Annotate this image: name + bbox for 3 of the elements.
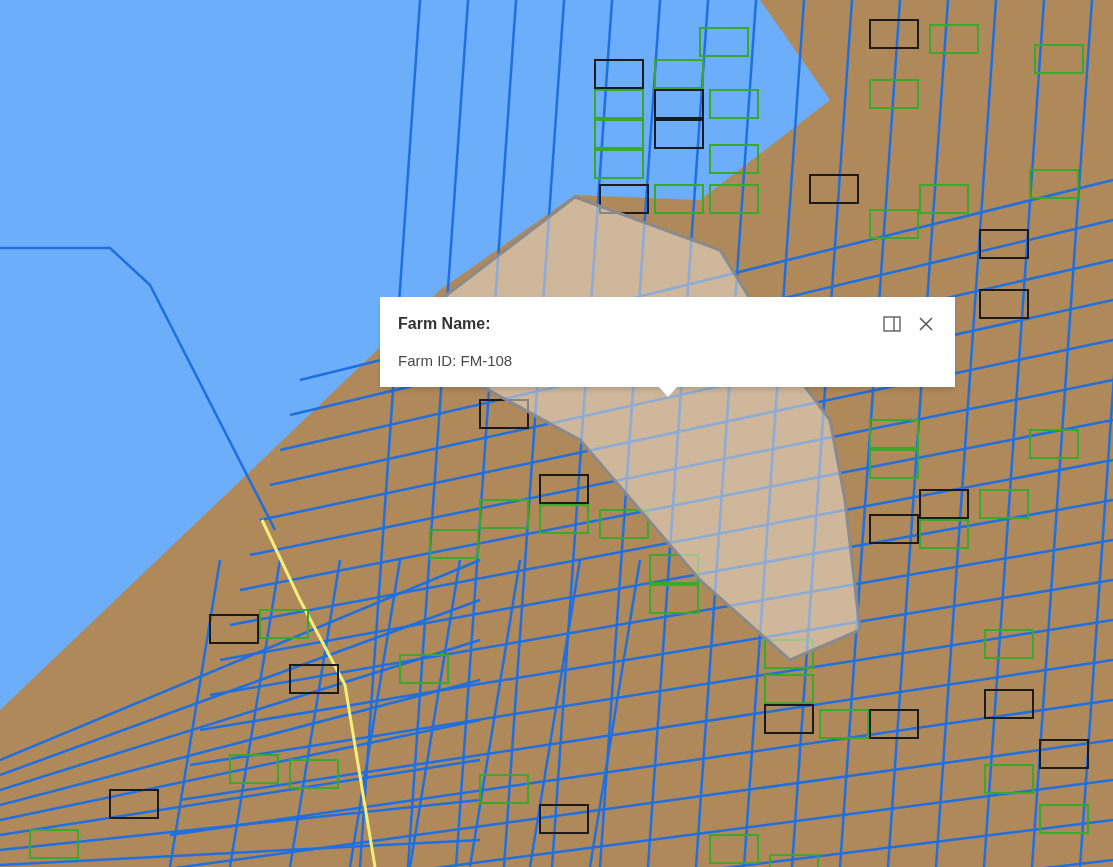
popup-title: Farm Name: — [398, 314, 491, 334]
popup-field-text: Farm ID: FM-108 — [398, 351, 514, 371]
dock-button[interactable] — [881, 313, 903, 335]
